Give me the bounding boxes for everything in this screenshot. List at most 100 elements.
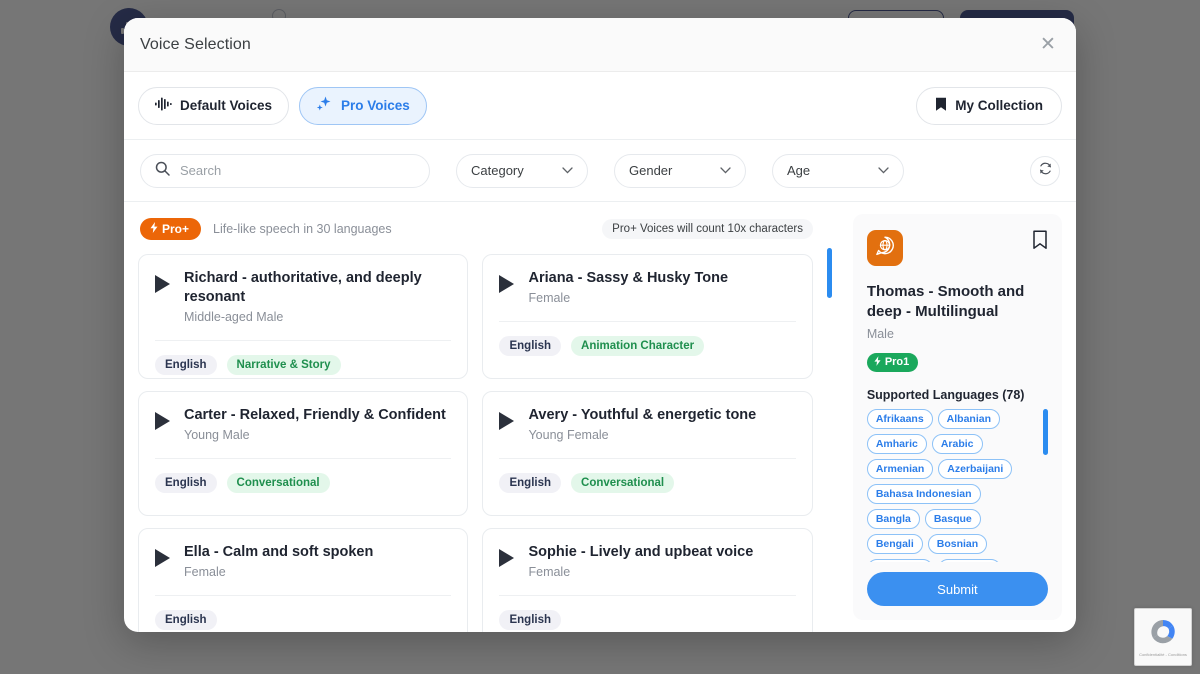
language-chip[interactable]: Bosnian bbox=[927, 533, 988, 554]
language-chip[interactable]: Burmese bbox=[938, 558, 1002, 562]
refresh-icon bbox=[1038, 161, 1053, 181]
search-box[interactable] bbox=[140, 153, 430, 188]
category-tag: Narrative & Story bbox=[226, 354, 341, 375]
chevron-down-icon bbox=[720, 165, 731, 177]
detail-voice-gender: Male bbox=[866, 326, 894, 341]
waveform-icon bbox=[155, 97, 172, 114]
language-chip[interactable]: Albanian bbox=[937, 408, 1001, 429]
voice-card[interactable]: Sophie - Lively and upbeat voice Female … bbox=[482, 528, 813, 632]
lightning-icon bbox=[874, 355, 881, 369]
filters-row: Category Gender Age bbox=[124, 140, 1076, 202]
language-tag: English bbox=[499, 609, 562, 630]
play-icon[interactable] bbox=[499, 275, 515, 293]
language-chip[interactable]: Afrikaans bbox=[866, 408, 933, 429]
voices-scroll-gutter bbox=[813, 214, 853, 632]
voice-cards-scroll-area[interactable]: Richard - authoritative, and deeply reso… bbox=[138, 244, 813, 632]
voice-subtitle: Female bbox=[528, 290, 571, 305]
voice-card[interactable]: Ariana - Sassy & Husky Tone Female Engli… bbox=[482, 254, 813, 379]
language-chip[interactable]: Basque bbox=[924, 508, 981, 529]
language-chip[interactable]: Bangla bbox=[866, 508, 920, 529]
tabs-row: Default Voices Pro Voices My Collection bbox=[124, 72, 1076, 140]
refresh-button[interactable] bbox=[1030, 155, 1060, 186]
play-icon[interactable] bbox=[155, 549, 170, 567]
voice-card-tags: English bbox=[155, 596, 451, 630]
play-icon[interactable] bbox=[499, 549, 515, 567]
voice-subtitle: Female bbox=[528, 564, 571, 579]
languages-scroll-area[interactable]: Afrikaans Albanian Amharic Arabic Armeni… bbox=[866, 408, 1048, 562]
recaptcha-badge[interactable]: Confidentialité - Conditions bbox=[1134, 608, 1192, 666]
play-icon[interactable] bbox=[155, 275, 170, 293]
pro1-badge: Pro1 bbox=[866, 352, 919, 372]
language-chip[interactable]: Amharic bbox=[866, 433, 927, 454]
tab-default-voices[interactable]: Default Voices bbox=[138, 86, 290, 125]
languages-list: Afrikaans Albanian Amharic Arabic Armeni… bbox=[866, 408, 1048, 562]
pro-plus-badge-label: Pro+ bbox=[162, 222, 190, 236]
play-icon[interactable] bbox=[499, 412, 515, 430]
category-select[interactable]: Category bbox=[456, 153, 588, 188]
languages-scrollbar-thumb[interactable] bbox=[1043, 408, 1048, 455]
category-tag: Conversational bbox=[571, 472, 675, 493]
my-collection-label: My Collection bbox=[955, 98, 1043, 113]
language-tag: English bbox=[499, 472, 562, 493]
search-input[interactable] bbox=[180, 163, 415, 178]
promo-text: Life-like speech in 30 languages bbox=[213, 222, 392, 236]
language-chip[interactable]: Armenian bbox=[866, 458, 934, 479]
recaptcha-icon bbox=[1148, 617, 1178, 652]
my-collection-button[interactable]: My Collection bbox=[916, 86, 1062, 125]
sparkle-icon bbox=[316, 96, 333, 115]
play-icon[interactable] bbox=[155, 412, 170, 430]
chevron-down-icon bbox=[878, 165, 889, 177]
language-chip[interactable]: Bengali bbox=[866, 533, 923, 554]
voice-card-header: Ariana - Sassy & Husky Tone Female bbox=[499, 269, 796, 305]
voice-subtitle: Middle-aged Male bbox=[184, 309, 284, 324]
lightning-icon bbox=[150, 222, 158, 236]
voice-subtitle: Young Male bbox=[184, 427, 250, 442]
voice-subtitle: Female bbox=[184, 564, 226, 579]
voice-card[interactable]: Carter - Relaxed, Friendly & Confident Y… bbox=[138, 391, 469, 516]
pro1-badge-label: Pro1 bbox=[884, 356, 910, 368]
voice-card-tags: English Conversational bbox=[499, 459, 796, 493]
language-tag: English bbox=[155, 472, 217, 493]
voice-cards-grid: Richard - authoritative, and deeply reso… bbox=[138, 254, 813, 632]
tab-pro-voices-label: Pro Voices bbox=[341, 98, 410, 113]
language-tag: English bbox=[499, 335, 562, 356]
language-tag: English bbox=[155, 354, 217, 375]
modal-body: Pro+ Life-like speech in 30 languages Pr… bbox=[124, 202, 1076, 632]
recaptcha-separator: - bbox=[1165, 651, 1167, 657]
voice-card-tags: English Narrative & Story bbox=[155, 341, 451, 375]
voices-column: Pro+ Life-like speech in 30 languages Pr… bbox=[138, 214, 813, 632]
voice-card-header: Avery - Youthful & energetic tone Young … bbox=[499, 406, 796, 442]
voice-card-tags: English Conversational bbox=[155, 459, 451, 493]
gender-select-label: Gender bbox=[629, 163, 673, 178]
chevron-down-icon bbox=[562, 165, 573, 177]
language-chip[interactable]: Azerbaijani bbox=[938, 458, 1013, 479]
page-title: Voice Selection bbox=[140, 35, 251, 53]
language-chip[interactable]: Arabic bbox=[931, 433, 983, 454]
tab-pro-voices[interactable]: Pro Voices bbox=[299, 86, 427, 125]
recaptcha-text: Confidentialité - Conditions bbox=[1139, 651, 1187, 658]
voice-card[interactable]: Richard - authoritative, and deeply reso… bbox=[138, 254, 469, 379]
gender-select[interactable]: Gender bbox=[614, 153, 746, 188]
voice-card-header: Sophie - Lively and upbeat voice Female bbox=[499, 543, 796, 579]
voice-card-header: Carter - Relaxed, Friendly & Confident Y… bbox=[155, 406, 451, 442]
voice-name: Sophie - Lively and upbeat voice bbox=[528, 544, 754, 560]
promo-row: Pro+ Life-like speech in 30 languages Pr… bbox=[138, 214, 813, 244]
tab-default-voices-label: Default Voices bbox=[180, 98, 273, 113]
age-select-label: Age bbox=[787, 163, 811, 178]
language-chip[interactable]: Bahasa Indonesian bbox=[866, 483, 981, 504]
voice-card[interactable]: Ella - Calm and soft spoken Female Engli… bbox=[138, 528, 469, 632]
voices-scrollbar-thumb[interactable] bbox=[826, 248, 832, 298]
age-select[interactable]: Age bbox=[772, 153, 904, 188]
promo-note: Pro+ Voices will count 10x characters bbox=[602, 219, 813, 239]
voice-card[interactable]: Avery - Youthful & energetic tone Young … bbox=[482, 391, 813, 516]
close-icon[interactable]: ✕ bbox=[1036, 33, 1060, 57]
bookmark-outline-icon[interactable] bbox=[1032, 230, 1048, 255]
supported-languages-heading: Supported Languages (78) bbox=[866, 387, 1025, 402]
recaptcha-terms-link[interactable]: Conditions bbox=[1168, 652, 1187, 657]
recaptcha-privacy-link[interactable]: Confidentialité bbox=[1139, 652, 1164, 657]
submit-button[interactable]: Submit bbox=[866, 572, 1048, 606]
language-chip[interactable]: Bulgarian bbox=[866, 558, 934, 562]
detail-voice-title: Thomas - Smooth and deep - Multilingual bbox=[866, 283, 1025, 321]
voice-detail-panel: Thomas - Smooth and deep - Multilingual … bbox=[852, 214, 1062, 620]
bookmark-icon bbox=[935, 97, 947, 115]
